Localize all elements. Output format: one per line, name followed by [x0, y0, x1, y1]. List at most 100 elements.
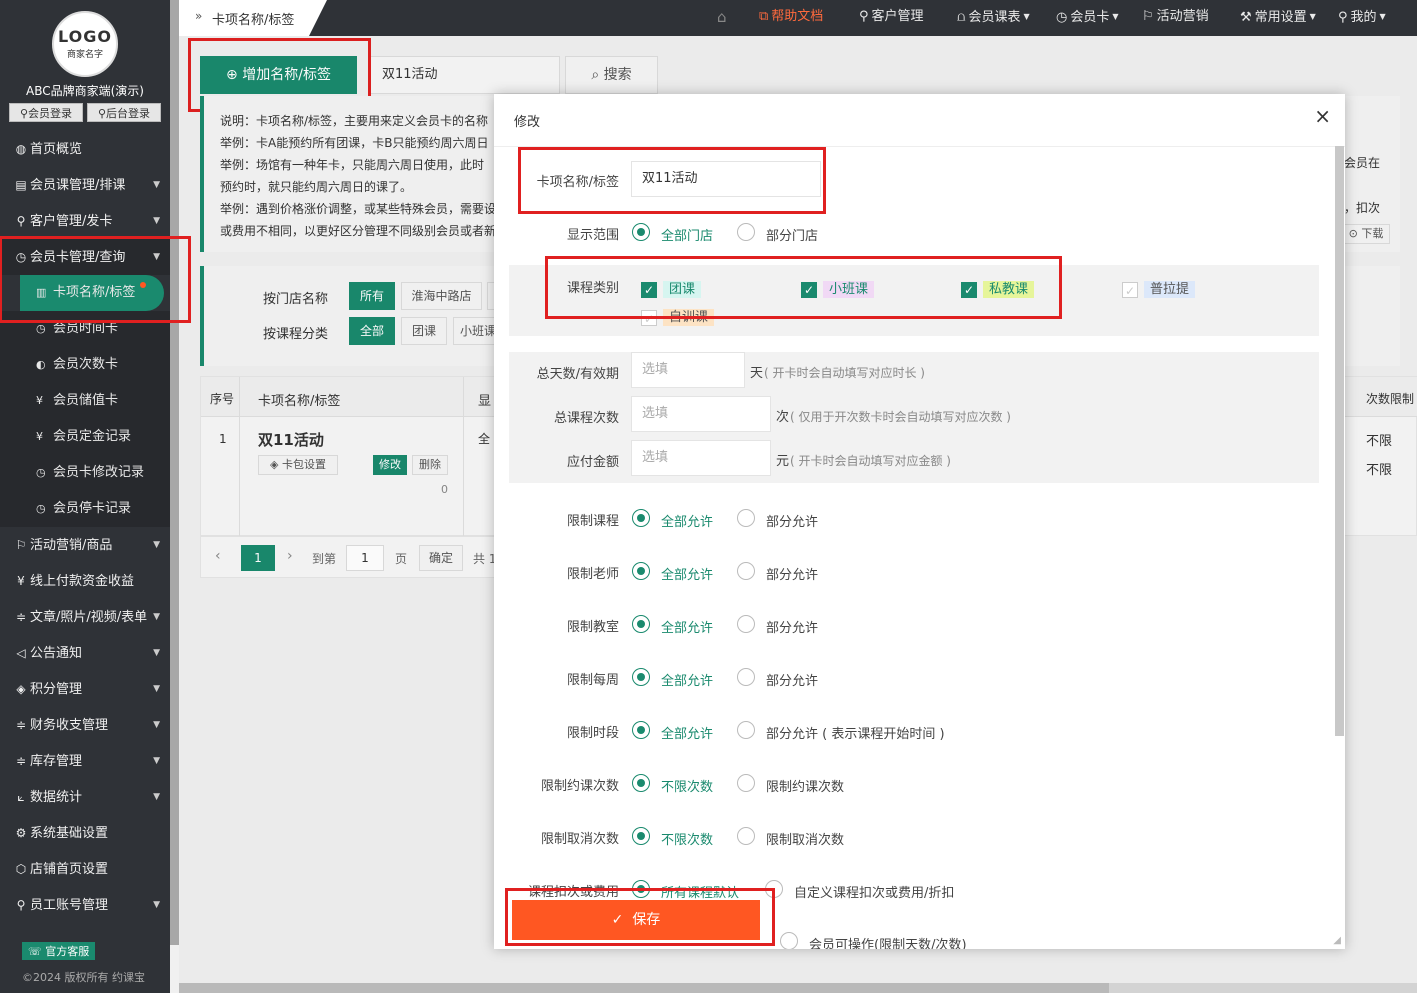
price-input[interactable]: 选填: [631, 440, 771, 476]
sidebar-item2-6[interactable]: ≑ 库存管理 ▼: [0, 743, 170, 779]
sidebar-subitem-3[interactable]: ¥ 会员储值卡: [0, 383, 170, 419]
limit-off-radio-6[interactable]: [737, 827, 755, 845]
sidebar-item2-1[interactable]: ¥ 线上付款资金收益: [0, 563, 170, 599]
times-unit: 次: [776, 410, 790, 425]
limit-on-radio-1[interactable]: [632, 562, 650, 580]
deduct-default-radio[interactable]: [632, 880, 650, 898]
limit-off-radio-0[interactable]: [737, 509, 755, 527]
tab-corner: [309, 0, 327, 36]
sidebar-item2-3[interactable]: ◁ 公告通知 ▼: [0, 635, 170, 671]
sidebar-item-3[interactable]: ◷ 会员卡管理/查询 ▼: [0, 239, 170, 275]
official-service-button[interactable]: ☏ 官方客服: [22, 942, 96, 960]
name-label: 卡项名称/标签: [536, 175, 619, 190]
course-checkbox-4[interactable]: ✓: [641, 310, 657, 326]
scope-all-label: 全部门店: [661, 229, 714, 244]
save-button[interactable]: ✓ 保存: [512, 900, 760, 940]
limit-on-radio-4[interactable]: [632, 721, 650, 739]
home-icon[interactable]: ⌂: [717, 0, 727, 36]
sidebar-item2-7[interactable]: ⟀ 数据统计 ▼: [0, 779, 170, 815]
menu-icon: ◁: [16, 646, 26, 660]
admin-login-button[interactable]: ⚲后台登录: [87, 103, 161, 122]
course-checkbox-0[interactable]: ✓: [641, 282, 657, 298]
days-input[interactable]: 选填: [631, 352, 745, 388]
subitem-icon: ◷: [36, 502, 46, 515]
limit-off-label-3: 部分允许: [766, 674, 819, 689]
member-op-radio[interactable]: [780, 932, 798, 949]
sidebar-subitem-4[interactable]: ¥ 会员定金记录: [0, 419, 170, 455]
scope-label: 显示范围: [566, 228, 619, 243]
deduct-custom-label: 自定义课程扣次或费用/折扣: [794, 886, 955, 901]
top-nav-item-1[interactable]: ⚲ 客户管理: [859, 0, 924, 36]
top-nav-item-3[interactable]: ◷ 会员卡 ▼: [1056, 0, 1119, 36]
limit-off-radio-3[interactable]: [737, 668, 755, 686]
sidebar-item-1[interactable]: ▤ 会员课管理/排课 ▼: [0, 167, 170, 203]
limit-label-2: 限制教室: [566, 620, 619, 635]
course-type-label: 课程类别: [566, 281, 619, 296]
sidebar-item-2[interactable]: ⚲ 客户管理/发卡 ▼: [0, 203, 170, 239]
top-nav-item-6[interactable]: ⚲ 我的 ▼: [1338, 0, 1386, 36]
sidebar-subitem-6[interactable]: ◷ 会员停卡记录: [0, 491, 170, 527]
nav-icon: ⚲: [859, 9, 869, 24]
limit-off-radio-1[interactable]: [737, 562, 755, 580]
breadcrumb-tab[interactable]: » 卡项名称/标签: [179, 0, 309, 36]
sidebar-item2-5[interactable]: ≑ 财务收支管理 ▼: [0, 707, 170, 743]
course-checkbox-2[interactable]: ✓: [961, 282, 977, 298]
sidebar-item-label: 员工账号管理: [30, 898, 109, 913]
sidebar-subitem-2[interactable]: ◐ 会员次数卡: [0, 347, 170, 383]
sidebar-item2-10[interactable]: ⚲ 员工账号管理 ▼: [0, 887, 170, 923]
sidebar-item2-0[interactable]: ⚐ 活动营销/商品 ▼: [0, 527, 170, 563]
limit-off-radio-5[interactable]: [737, 774, 755, 792]
times-input[interactable]: 选填: [631, 396, 771, 432]
name-input[interactable]: 双11活动: [631, 161, 821, 197]
scope-all-radio[interactable]: [632, 223, 650, 241]
limit-off-radio-4[interactable]: [737, 721, 755, 739]
caret-down-icon: ▼: [1309, 12, 1316, 21]
deduct-custom-radio[interactable]: [765, 880, 783, 898]
top-nav-item-4[interactable]: ⚐ 活动营销: [1142, 0, 1209, 36]
course-label-0: 团课: [663, 281, 702, 298]
sidebar-scrollbar[interactable]: [170, 0, 179, 945]
caret-down-icon: ▼: [1379, 12, 1386, 21]
sidebar-subitem-5[interactable]: ◷ 会员卡修改记录: [0, 455, 170, 491]
sidebar-item2-4[interactable]: ◈ 积分管理 ▼: [0, 671, 170, 707]
modal-scrollbar[interactable]: [1335, 146, 1344, 736]
times-label: 总课程次数: [553, 411, 619, 426]
sidebar-subitem-label: 会员时间卡: [53, 321, 119, 336]
sidebar-item2-9[interactable]: ⬡ 店铺首页设置: [0, 851, 170, 887]
sidebar-subitem-0[interactable]: ▥ 卡项名称/标签: [0, 275, 170, 311]
limit-on-radio-6[interactable]: [632, 827, 650, 845]
sidebar-item2-8[interactable]: ⚙ 系统基础设置: [0, 815, 170, 851]
top-nav-item-5[interactable]: ⚒ 常用设置 ▼: [1240, 0, 1316, 36]
member-login-button[interactable]: ⚲会员登录: [9, 103, 83, 122]
clock-icon: ◷: [15, 250, 27, 264]
limit-on-radio-0[interactable]: [632, 509, 650, 527]
resize-handle-icon[interactable]: ◢: [1333, 935, 1341, 946]
limit-off-radio-2[interactable]: [737, 615, 755, 633]
course-type-row: [509, 265, 1319, 336]
price-hint: ( 开卡时会自动填写对应金额 ): [790, 454, 951, 468]
course-label-1: 小班课: [823, 281, 875, 298]
caret-down-icon: ▼: [153, 648, 160, 658]
sidebar-item2-2[interactable]: ≑ 文章/照片/视频/表单 ▼: [0, 599, 170, 635]
top-nav-item-0[interactable]: ⧉ 帮助文档: [759, 0, 823, 36]
course-checkbox-3[interactable]: ✓: [1122, 282, 1138, 298]
limit-on-radio-5[interactable]: [632, 774, 650, 792]
close-icon[interactable]: ×: [1314, 104, 1331, 128]
sidebar-item-label: 系统基础设置: [30, 826, 109, 841]
times-hint: ( 仅用于开次数卡时会自动填写对应次数 ): [790, 410, 1011, 424]
limit-on-radio-2[interactable]: [632, 615, 650, 633]
caret-down-icon: ▼: [153, 684, 160, 694]
subitem-icon: ◷: [36, 466, 46, 479]
deduct-default-label: 所有课程默认: [661, 886, 740, 901]
limit-on-label-6: 不限次数: [661, 833, 714, 848]
scope-partial-radio[interactable]: [737, 223, 755, 241]
sidebar-subitem-1[interactable]: ◷ 会员时间卡: [0, 311, 170, 347]
sidebar-item-0[interactable]: ◍ 首页概览: [0, 131, 170, 167]
limit-on-radio-3[interactable]: [632, 668, 650, 686]
top-nav-label: 我的: [1350, 10, 1377, 25]
sidebar-item-label: 数据统计: [30, 790, 83, 805]
logo: LOGO 商家名字: [52, 11, 118, 77]
course-checkbox-1[interactable]: ✓: [801, 282, 817, 298]
top-nav-item-2[interactable]: ⩍ 会员课表 ▼: [957, 0, 1030, 36]
user-icon: ⚲: [19, 107, 29, 120]
